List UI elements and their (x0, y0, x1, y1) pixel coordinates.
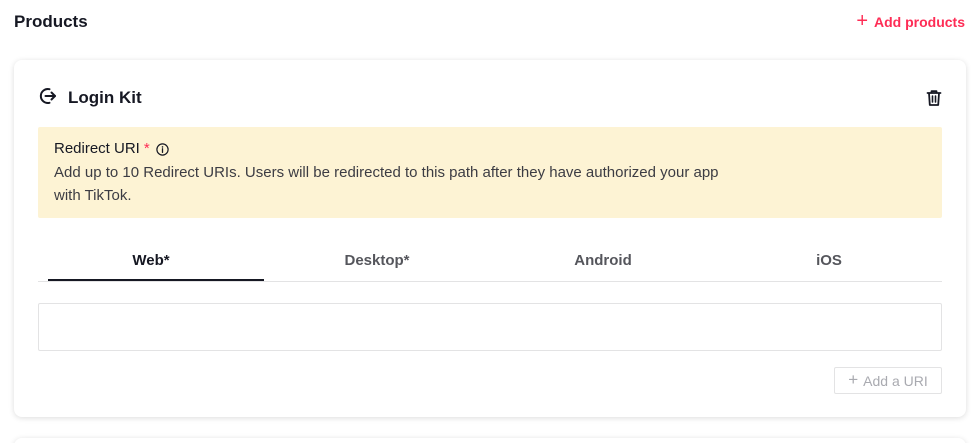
tab-desktop[interactable]: Desktop* (264, 244, 490, 277)
notice-title-row: Redirect URI * (54, 139, 926, 159)
card-title-group: Login Kit (38, 86, 142, 111)
notice-title: Redirect URI (54, 140, 140, 157)
add-products-label: Add products (874, 14, 965, 30)
card-header: Login Kit (38, 86, 942, 110)
tab-ios[interactable]: iOS (716, 244, 942, 277)
add-uri-label: Add a URI (863, 372, 928, 389)
plus-icon: + (856, 10, 868, 32)
page: Products + Add products Login Kit Redire… (0, 0, 971, 443)
login-kit-card: Login Kit Redirect URI * Add up to 10 Re… (14, 60, 966, 417)
tab-web[interactable]: Web* (38, 244, 264, 281)
page-title: Products (14, 12, 88, 31)
plus-icon: + (848, 370, 859, 389)
tab-android[interactable]: Android (490, 244, 716, 277)
trash-icon[interactable] (926, 89, 942, 107)
notice-description: Add up to 10 Redirect URIs. Users will b… (54, 164, 719, 204)
products-header: Products + Add products (14, 10, 965, 34)
add-uri-button[interactable]: + Add a URI (834, 367, 942, 394)
login-arrow-icon (38, 86, 58, 111)
platform-tabs: Web* Desktop* Android iOS (38, 244, 942, 282)
redirect-uri-notice: Redirect URI * Add up to 10 Redirect URI… (38, 127, 942, 218)
add-products-button[interactable]: + Add products (856, 10, 965, 32)
required-mark: * (143, 140, 150, 157)
info-icon[interactable] (156, 142, 169, 156)
next-product-card (14, 438, 966, 443)
redirect-uri-input[interactable] (38, 303, 942, 351)
card-title: Login Kit (68, 88, 142, 107)
